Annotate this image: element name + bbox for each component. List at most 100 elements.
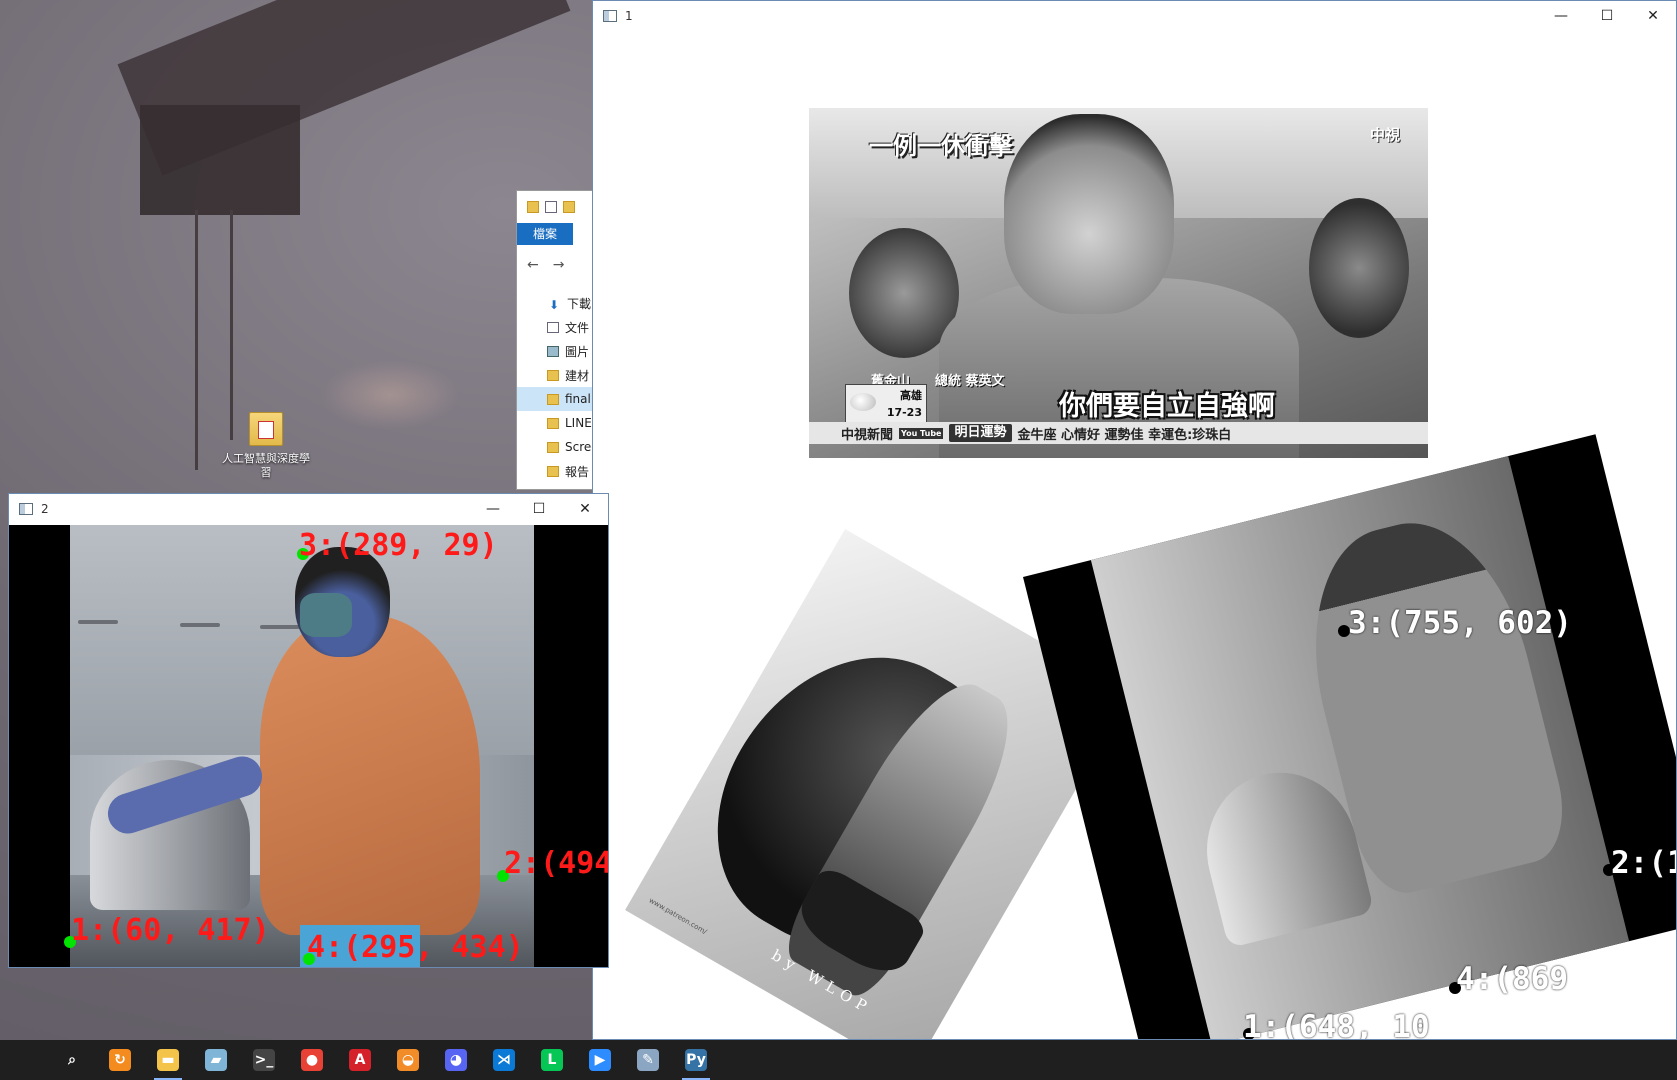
taskbar-app-burger[interactable]: ◒ <box>384 1040 432 1080</box>
folder-icon <box>547 369 559 381</box>
taskbar-zoom[interactable]: ▶ <box>576 1040 624 1080</box>
start-button[interactable] <box>0 1040 48 1080</box>
nav-item-label: 建材 <box>565 368 590 383</box>
taskbar: ⌕ ↻ ▬ ▰ >_ ● A ◒ ◕ ⋊ L ▶ ✎ Py <box>0 1040 1677 1080</box>
nav-item-pictures[interactable]: 圖片 <box>547 339 595 363</box>
line-icon: L <box>541 1049 563 1071</box>
nav-item-screenshots[interactable]: Screenshots <box>547 435 595 459</box>
photo-person-body <box>260 615 480 935</box>
ticker-source: 中視新聞 <box>841 427 894 443</box>
folder-icon <box>547 417 559 429</box>
navigation-pane: ⬇ 下載 文件 圖片 建材 final LINE Screenshots <box>517 291 595 483</box>
taskbar-acrobat[interactable]: A <box>336 1040 384 1080</box>
folder-icon <box>547 393 559 405</box>
window-controls: — ☐ ✕ <box>1538 1 1676 31</box>
back-arrow-icon[interactable]: ← <box>527 257 553 273</box>
wallpaper-glow <box>320 360 460 430</box>
burger-app-icon: ◒ <box>397 1049 419 1071</box>
window-title: 1 <box>625 9 633 23</box>
nav-item-final[interactable]: final <box>517 387 595 411</box>
youtube-icon: You Tube <box>899 427 944 439</box>
photo-faucet <box>180 623 220 627</box>
news-speaker: 總統 蔡英文 <box>935 374 1005 389</box>
warped-photo-content <box>1090 456 1630 1039</box>
point-label-1: 1:(60, 417) <box>71 913 270 948</box>
taskbar-line[interactable]: L <box>528 1040 576 1080</box>
taskbar-terminal[interactable]: >_ <box>240 1040 288 1080</box>
taskbar-python[interactable]: Py <box>672 1040 720 1080</box>
folder-icon[interactable] <box>527 201 539 213</box>
acrobat-icon: A <box>349 1049 371 1071</box>
point-label-1: 1:(648, 10 <box>1243 1009 1430 1040</box>
image-window-1[interactable]: 1 — ☐ ✕ 一例一休衝擊 中視 舊金山 總統 蔡英文 高雄 17-23 你們… <box>592 0 1677 1040</box>
properties-icon[interactable] <box>545 201 557 213</box>
close-button[interactable]: ✕ <box>1630 1 1676 31</box>
image-canvas[interactable]: 一例一休衝擊 中視 舊金山 總統 蔡英文 高雄 17-23 你們要自立自強啊 中… <box>593 32 1676 1040</box>
windows-logo-icon <box>14 1059 34 1061</box>
nav-item-line[interactable]: LINE <box>547 411 595 435</box>
nav-item-reports[interactable]: 報告 <box>547 459 595 483</box>
window-title: 2 <box>41 502 49 516</box>
new-folder-icon[interactable] <box>563 201 575 213</box>
nav-item-downloads[interactable]: ⬇ 下載 <box>547 291 595 315</box>
ticker-title: 明日運勢 <box>949 424 1012 442</box>
news-photo: 一例一休衝擊 中視 舊金山 總統 蔡英文 高雄 17-23 你們要自立自強啊 中… <box>809 108 1428 458</box>
maximize-button[interactable]: ☐ <box>1584 1 1630 31</box>
taskbar-vscode[interactable]: ⋊ <box>480 1040 528 1080</box>
discord-icon: ◕ <box>445 1049 467 1071</box>
forward-arrow-icon[interactable]: → <box>553 257 579 273</box>
close-button[interactable]: ✕ <box>562 494 608 524</box>
nav-item-label: 文件 <box>565 320 590 335</box>
nav-item-label: 圖片 <box>565 344 590 359</box>
artwork-url: www.patreon.com/ <box>647 896 709 937</box>
cloud-icon <box>850 393 876 411</box>
desktop-folder-shortcut[interactable]: 人工智慧與深度學習 <box>222 412 310 480</box>
minimize-button[interactable]: — <box>470 494 516 524</box>
ribbon-tab-file[interactable]: 檔案 <box>517 223 573 245</box>
taskbar-app-notes[interactable]: ▰ <box>192 1040 240 1080</box>
nav-item-label: final <box>565 392 591 406</box>
nav-item-label: 下載 <box>567 296 592 311</box>
photo-speaker-face <box>1004 114 1174 314</box>
desktop-icon-label: 人工智慧與深度學習 <box>222 452 310 479</box>
channel-logo: 中視 <box>1369 126 1400 144</box>
window-controls: — ☐ ✕ <box>470 494 608 524</box>
weather-box: 高雄 17-23 <box>845 384 927 424</box>
photo-faucet <box>78 620 118 624</box>
quick-access-toolbar <box>517 191 595 223</box>
taskbar-file-explorer[interactable]: ▬ <box>144 1040 192 1080</box>
news-headline: 一例一休衝擊 <box>869 131 1013 160</box>
point-label-3: 3:(289, 29) <box>299 528 498 563</box>
window-1-titlebar[interactable]: 1 — ☐ ✕ <box>593 1 1676 31</box>
point-label-4: 4:(869 <box>1456 961 1568 997</box>
search-icon: ⌕ <box>68 1052 76 1068</box>
taskbar-search-button[interactable]: ⌕ <box>48 1040 96 1080</box>
news-ticker: 中視新聞 You Tube 明日運勢 金牛座 心情好 運勢佳 幸運色:珍珠白 <box>809 422 1428 444</box>
nav-item-documents[interactable]: 文件 <box>547 315 595 339</box>
picture-icon <box>547 345 559 357</box>
sync-app-icon: ↻ <box>109 1049 131 1071</box>
point-label-3: 3:(755, 602) <box>1348 605 1572 641</box>
file-explorer-window[interactable]: 檔案 ←→ ⬇ 下載 文件 圖片 建材 final LINE Scree 報告 <box>516 190 596 490</box>
pdf-folder-icon <box>249 412 283 446</box>
chrome-icon: ● <box>301 1049 323 1071</box>
maximize-button[interactable]: ☐ <box>516 494 562 524</box>
vscode-icon: ⋊ <box>493 1049 515 1071</box>
taskbar-chrome[interactable]: ● <box>288 1040 336 1080</box>
nav-item-label: 報告 <box>565 464 590 479</box>
minimize-button[interactable]: — <box>1538 1 1584 31</box>
taskbar-app-sync[interactable]: ↻ <box>96 1040 144 1080</box>
taskbar-discord[interactable]: ◕ <box>432 1040 480 1080</box>
wallpaper-cable <box>230 210 233 440</box>
window-2-titlebar[interactable]: 2 — ☐ ✕ <box>9 494 608 524</box>
photo-faucet <box>260 625 300 629</box>
image-window-2[interactable]: 2 — ☐ ✕ 3:(289, 29) 2:(494 1:(60, 417) 4… <box>8 493 609 968</box>
nav-item-folder[interactable]: 建材 <box>547 363 595 387</box>
image-canvas[interactable]: 3:(289, 29) 2:(494 1:(60, 417) 4:(295, 4… <box>9 525 608 967</box>
taskbar-paint[interactable]: ✎ <box>624 1040 672 1080</box>
news-caption: 你們要自立自強啊 <box>1059 391 1275 422</box>
wallpaper-cable <box>195 210 198 470</box>
download-icon: ⬇ <box>548 297 560 312</box>
point-label-2: 2:(1 <box>1611 845 1676 881</box>
window-app-icon <box>603 10 617 22</box>
